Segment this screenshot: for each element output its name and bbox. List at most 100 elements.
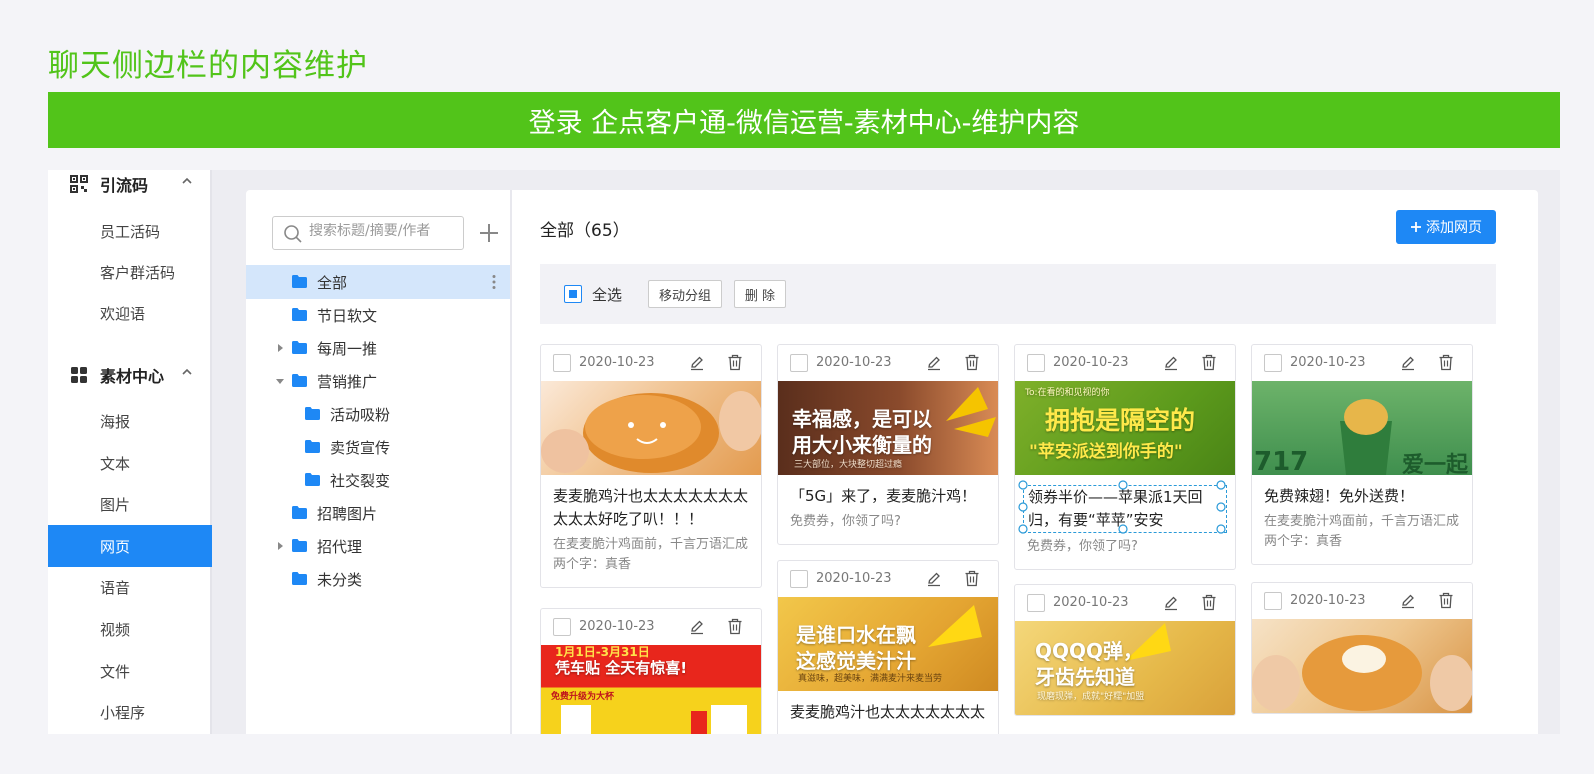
nav-item-staff-code[interactable]: 员工活码 <box>48 210 210 252</box>
trash-icon[interactable] <box>727 354 743 371</box>
grid-icon <box>71 367 87 383</box>
nav-item-webpage[interactable]: 网页 <box>48 525 212 567</box>
trash-icon[interactable] <box>1201 354 1217 371</box>
nav-item-mini-program[interactable]: 小程序 <box>48 691 210 733</box>
card-checkbox[interactable] <box>1027 594 1045 612</box>
nav-item-text[interactable]: 文本 <box>48 442 210 484</box>
trash-icon[interactable] <box>1438 354 1454 371</box>
nav-item-group-code[interactable]: 客户群活码 <box>48 251 210 293</box>
chevron-up-icon <box>182 368 192 375</box>
trash-icon[interactable] <box>964 570 980 587</box>
edit-icon[interactable] <box>926 355 942 371</box>
content-panel: 全部 节日软文 每周一推 营销推广 活动吸粉 <box>246 190 1538 734</box>
card-header: 2020-10-23 <box>1015 585 1235 621</box>
tree-item-label: 营销推广 <box>317 372 378 391</box>
card-cover-image <box>1252 619 1472 713</box>
card-header: 2020-10-23 <box>541 609 761 645</box>
tree-item-fans[interactable]: 活动吸粉 <box>246 397 510 431</box>
edit-icon[interactable] <box>1400 593 1416 609</box>
card-header: 2020-10-23 <box>1252 583 1472 619</box>
nav-item-voice[interactable]: 语音 <box>48 566 210 608</box>
nav-item-image[interactable]: 图片 <box>48 483 210 525</box>
material-card[interactable]: 2020-10-23 麦麦脆鸡汁也太太太太太太太太太太好吃了叭！！！ 在麦麦脆汁… <box>540 344 762 588</box>
tree-item-sales[interactable]: 卖货宣传 <box>246 430 510 464</box>
nav-item-video[interactable]: 视频 <box>48 608 210 650</box>
caret-right-icon[interactable] <box>275 343 285 353</box>
tree-item-label: 招聘图片 <box>317 504 378 523</box>
tree-item-agent[interactable]: 招代理 <box>246 529 510 563</box>
cover-text: 用大小来衡量的 <box>792 433 932 457</box>
tree-item-marketing[interactable]: 营销推广 <box>246 364 510 398</box>
material-card[interactable]: 2020-10-23 To:在看的和见视的你 拥抱是隔空的 "苹安派送到你手的"… <box>1014 344 1236 570</box>
search-input[interactable] <box>309 223 459 239</box>
nav-group-material-center[interactable]: 素材中心 <box>48 355 212 395</box>
card-date: 2020-10-23 <box>1053 355 1129 370</box>
cup-illustration <box>561 705 747 734</box>
card-checkbox[interactable] <box>790 570 808 588</box>
tree-item-fission[interactable]: 社交裂变 <box>246 463 510 497</box>
card-cover-image: 1月1日-3月31日 凭车贴 全天有惊喜! 免费升级为大杯 <box>541 645 761 734</box>
material-card[interactable]: 2020-10-23 是谁口水在飘 这感觉美汁汁 真滋味，超美味，满满麦汁来麦当… <box>777 560 999 734</box>
trash-icon[interactable] <box>964 354 980 371</box>
tree-item-label: 社交裂变 <box>330 471 391 490</box>
card-checkbox[interactable] <box>1264 592 1282 610</box>
folder-icon <box>305 407 320 420</box>
material-card[interactable]: 2020-10-23 <box>1251 582 1473 714</box>
qrcode-icon <box>70 175 88 193</box>
add-webpage-button[interactable]: 添加网页 <box>1396 210 1496 244</box>
material-card[interactable]: 2020-10-23 幸福感，是可以 用大小来衡量的 三大部位，大块整切超过瘾 … <box>777 344 999 545</box>
card-checkbox[interactable] <box>1027 354 1045 372</box>
card-checkbox[interactable] <box>790 354 808 372</box>
card-date: 2020-10-23 <box>579 619 655 634</box>
card-cover-image: To:在看的和见视的你 拥抱是隔空的 "苹安派送到你手的" <box>1015 381 1235 475</box>
material-card[interactable]: 2020-10-23 1月1日-3月31日 凭车贴 全天有惊喜! 免费升级为大杯 <box>540 608 762 734</box>
edit-icon[interactable] <box>926 571 942 587</box>
edit-icon[interactable] <box>689 355 705 371</box>
search-box[interactable] <box>272 216 464 250</box>
card-title: 麦麦脆鸡汁也太太太太太太太太太太好吃了叭！！！ <box>553 487 749 528</box>
nav-item-file[interactable]: 文件 <box>48 650 210 692</box>
trash-icon[interactable] <box>727 618 743 635</box>
tree-item-holiday[interactable]: 节日软文 <box>246 298 510 332</box>
nav-item-poster[interactable]: 海报 <box>48 400 210 442</box>
plus-icon <box>1411 222 1421 232</box>
tree-item-uncategorized[interactable]: 未分类 <box>246 562 510 596</box>
cover-text: 幸福感，是可以 <box>792 407 932 431</box>
edit-icon[interactable] <box>1163 355 1179 371</box>
nav-group-traffic-code[interactable]: 引流码 <box>48 170 212 204</box>
folder-icon <box>292 341 307 354</box>
trash-icon[interactable] <box>1438 592 1454 609</box>
caret-right-icon[interactable] <box>275 541 285 551</box>
more-vertical-icon[interactable] <box>492 274 496 290</box>
card-title-editing[interactable]: 领券半价——苹果派1天回归，有要“苹苹”安安 <box>1023 485 1227 533</box>
nav-item-welcome[interactable]: 欢迎语 <box>48 292 210 334</box>
edit-icon[interactable] <box>1400 355 1416 371</box>
select-all-checkbox[interactable] <box>564 285 582 303</box>
cover-text: "苹安派送到你手的" <box>1029 442 1183 462</box>
tree-item-label: 招代理 <box>317 537 363 556</box>
folder-icon <box>305 473 320 486</box>
folder-icon <box>292 539 307 552</box>
tree-item-label: 活动吸粉 <box>330 405 391 424</box>
card-checkbox[interactable] <box>553 618 571 636</box>
caret-down-icon[interactable] <box>275 376 285 386</box>
card-header: 2020-10-23 <box>778 561 998 597</box>
card-cover-image: QQQQ弹， 牙齿先知道 现磨现弹，成就"好糯"加盟 <box>1015 621 1235 715</box>
nav-group-label: 引流码 <box>100 176 149 195</box>
tree-item-all[interactable]: 全部 <box>246 265 510 299</box>
move-group-button[interactable]: 移动分组 <box>648 280 722 308</box>
tree-item-recruit[interactable]: 招聘图片 <box>246 496 510 530</box>
cover-text: 717 <box>1254 447 1309 475</box>
card-checkbox[interactable] <box>553 354 571 372</box>
material-card[interactable]: 2020-10-23 717 爱一起 免费辣翅！免外送费！ 在麦麦脆汁鸡面前，千… <box>1251 344 1473 565</box>
add-folder-icon[interactable] <box>478 222 500 244</box>
folder-icon <box>292 506 307 519</box>
delete-button[interactable]: 删 除 <box>734 280 786 308</box>
card-title: 「5G」来了，麦麦脆汁鸡！ <box>790 487 977 505</box>
edit-icon[interactable] <box>1163 595 1179 611</box>
tree-item-weekly[interactable]: 每周一推 <box>246 331 510 365</box>
edit-icon[interactable] <box>689 619 705 635</box>
card-checkbox[interactable] <box>1264 354 1282 372</box>
trash-icon[interactable] <box>1201 594 1217 611</box>
material-card[interactable]: 2020-10-23 QQQQ弹， 牙齿先知道 现磨现弹，成就"好糯"加盟 <box>1014 584 1236 716</box>
